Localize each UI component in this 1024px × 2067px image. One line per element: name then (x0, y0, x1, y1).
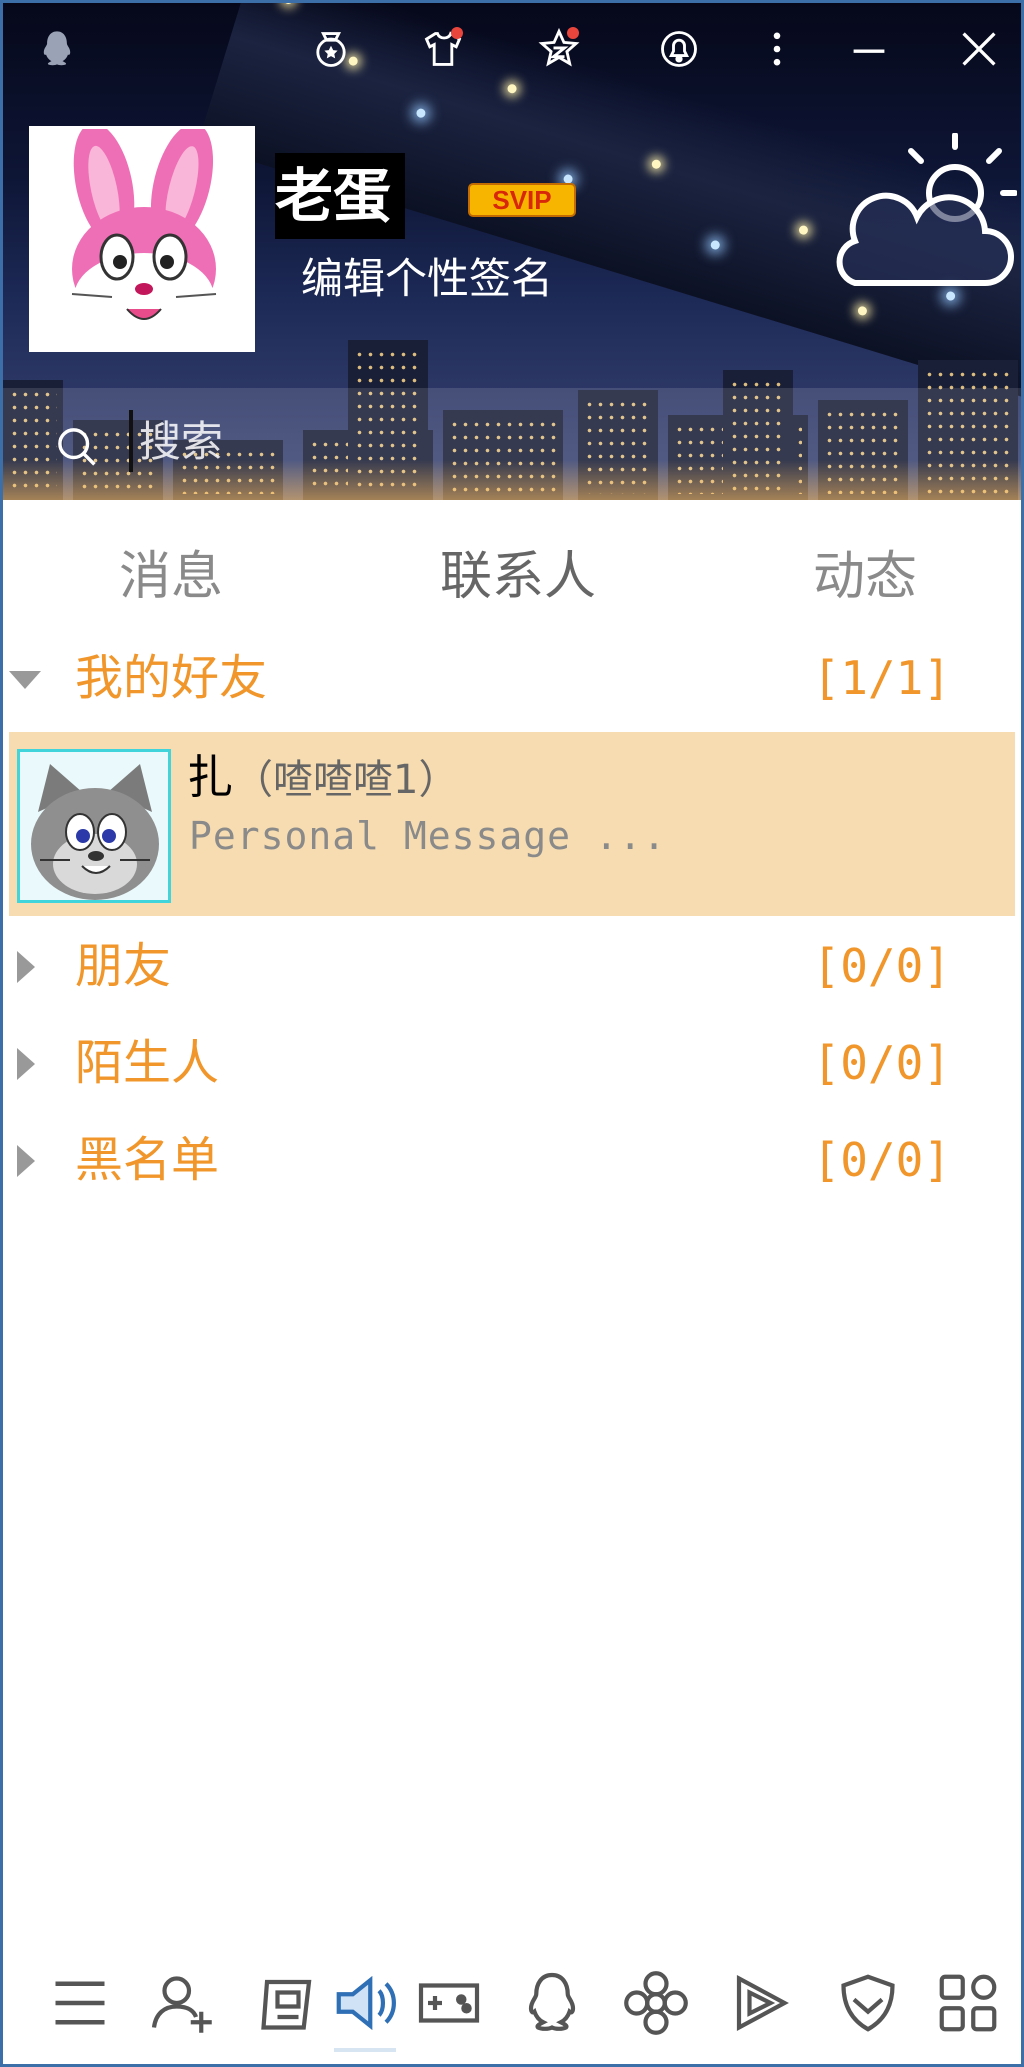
apps-grid-icon[interactable] (929, 1964, 1007, 2042)
tab-contacts[interactable]: 联系人 (440, 542, 596, 612)
shield-check-icon[interactable] (829, 1964, 907, 2042)
medal-icon[interactable] (303, 21, 359, 77)
text-caret (129, 410, 133, 472)
contact-name: 扎 (187, 750, 233, 804)
game-icon[interactable] (249, 1964, 327, 2042)
flower-icon[interactable] (617, 1964, 695, 2042)
contact-name-line: 扎（喳喳喳1） (187, 744, 458, 813)
group-count: [0/0] (812, 1133, 951, 1187)
nickname[interactable]: 老蛋 (275, 153, 406, 239)
notification-bell-icon[interactable] (651, 21, 707, 77)
group-name: 黑名单 (75, 1132, 220, 1188)
speaker-icon[interactable] (326, 1964, 404, 2052)
more-menu-icon[interactable] (749, 21, 805, 77)
tab-feeds[interactable]: 动态 (813, 542, 917, 612)
group-strangers[interactable]: 陌生人 [0/0] (3, 1018, 1021, 1108)
collapsed-arrow-icon (17, 1145, 35, 1177)
contact-avatar[interactable] (17, 749, 171, 903)
contact-row[interactable]: 扎（喳喳喳1） Personal Message ... (9, 732, 1015, 916)
menu-icon[interactable] (41, 1964, 119, 2042)
group-count: [0/0] (812, 939, 951, 993)
minimize-icon[interactable] (841, 21, 897, 77)
gamepad-icon[interactable] (410, 1964, 488, 2042)
search-icon (58, 428, 96, 466)
search-bar[interactable] (3, 388, 1021, 500)
penguin-icon[interactable] (513, 1964, 591, 2042)
title-bar (3, 21, 1021, 81)
star-icon[interactable] (531, 21, 587, 77)
svip-badge[interactable]: SVIP (468, 183, 576, 217)
bottom-toolbar (3, 1958, 1021, 2064)
collapsed-arrow-icon (17, 951, 35, 983)
group-name: 陌生人 (75, 1035, 220, 1091)
qq-logo-icon[interactable] (29, 21, 85, 77)
group-friends[interactable]: 朋友 [0/0] (3, 921, 1021, 1011)
user-avatar[interactable] (29, 126, 255, 352)
group-name: 朋友 (75, 938, 172, 994)
profile-header: 老蛋 SVIP 编辑个性签名 (3, 3, 1021, 500)
group-count: [1/1] (812, 651, 951, 705)
search-input[interactable] (139, 410, 739, 472)
close-icon[interactable] (951, 21, 1007, 77)
signature-edit[interactable]: 编辑个性签名 (301, 249, 553, 309)
skin-shirt-icon[interactable] (415, 21, 471, 77)
add-friend-icon[interactable] (143, 1964, 221, 2042)
main-tabs: 消息 联系人 动态 (3, 500, 1021, 650)
group-blacklist[interactable]: 黑名单 [0/0] (3, 1115, 1021, 1205)
video-play-icon[interactable] (721, 1964, 799, 2042)
group-name: 我的好友 (75, 650, 268, 706)
qq-main-window: 老蛋 SVIP 编辑个性签名 消息 联系人 动态 我的好友 [1/1] (0, 0, 1024, 2067)
group-my-friends[interactable]: 我的好友 [1/1] (3, 633, 1021, 723)
contact-remark: （喳喳喳1） (233, 757, 459, 803)
contact-personal-message: Personal Message ... (189, 814, 667, 858)
tab-messages[interactable]: 消息 (119, 542, 223, 612)
collapsed-arrow-icon (17, 1048, 35, 1080)
expanded-arrow-icon (9, 671, 41, 689)
weather-cloudy-icon[interactable] (827, 132, 1018, 303)
group-count: [0/0] (812, 1036, 951, 1090)
